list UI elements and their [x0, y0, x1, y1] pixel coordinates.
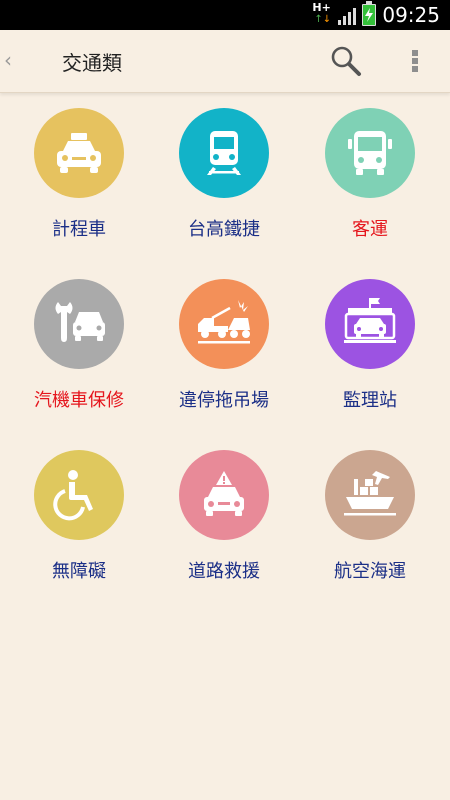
network-indicator: H+ ↑↓ — [312, 2, 332, 28]
tile-motor-vehicle-office[interactable]: 監理站 — [295, 263, 445, 433]
tile-label: 台高鐵捷 — [188, 219, 260, 240]
signal-strength-icon — [338, 5, 357, 25]
data-activity-icon: ↑↓ — [314, 14, 332, 25]
tile-label: 計程車 — [52, 219, 106, 240]
tile-label: 無障礙 — [52, 561, 106, 582]
action-bar: ‹ 交通類 — [0, 30, 450, 93]
bus-icon — [325, 108, 415, 198]
taxi-icon — [34, 108, 124, 198]
tile-towing[interactable]: 違停拖吊場 — [149, 263, 299, 433]
car-repair-icon — [34, 279, 124, 369]
tile-label: 航空海運 — [334, 561, 406, 582]
tow-truck-icon — [179, 279, 269, 369]
more-vert-icon[interactable] — [405, 45, 425, 77]
tile-label: 違停拖吊場 — [179, 390, 269, 411]
tile-label: 監理站 — [343, 390, 397, 411]
status-time: 09:25 — [382, 3, 440, 27]
tile-taxi[interactable]: 計程車 — [4, 92, 154, 262]
tile-label: 客運 — [352, 219, 388, 240]
tile-label: 道路救援 — [188, 561, 260, 582]
tile-bus[interactable]: 客運 — [295, 92, 445, 262]
tile-car-repair[interactable]: 汽機車保修 — [4, 263, 154, 433]
status-bar: H+ ↑↓ 09:25 — [0, 0, 450, 30]
tile-accessibility[interactable]: 無障礙 — [4, 434, 154, 604]
network-type: H+ — [312, 1, 331, 14]
chevron-left-icon[interactable]: ‹ — [4, 48, 12, 72]
train-icon — [179, 108, 269, 198]
search-icon[interactable] — [330, 45, 362, 77]
page-title: 交通類 — [62, 51, 122, 75]
tile-road-rescue[interactable]: 道路救援 — [149, 434, 299, 604]
tile-rail[interactable]: 台高鐵捷 — [149, 92, 299, 262]
wheelchair-icon — [34, 450, 124, 540]
road-rescue-icon — [179, 450, 269, 540]
tile-air-sea[interactable]: 航空海運 — [295, 434, 445, 604]
battery-charging-icon — [362, 1, 377, 26]
air-sea-transport-icon — [325, 450, 415, 540]
motor-vehicle-office-icon — [325, 279, 415, 369]
status-icons: H+ ↑↓ 09:25 — [312, 0, 440, 30]
tile-label: 汽機車保修 — [34, 390, 124, 411]
